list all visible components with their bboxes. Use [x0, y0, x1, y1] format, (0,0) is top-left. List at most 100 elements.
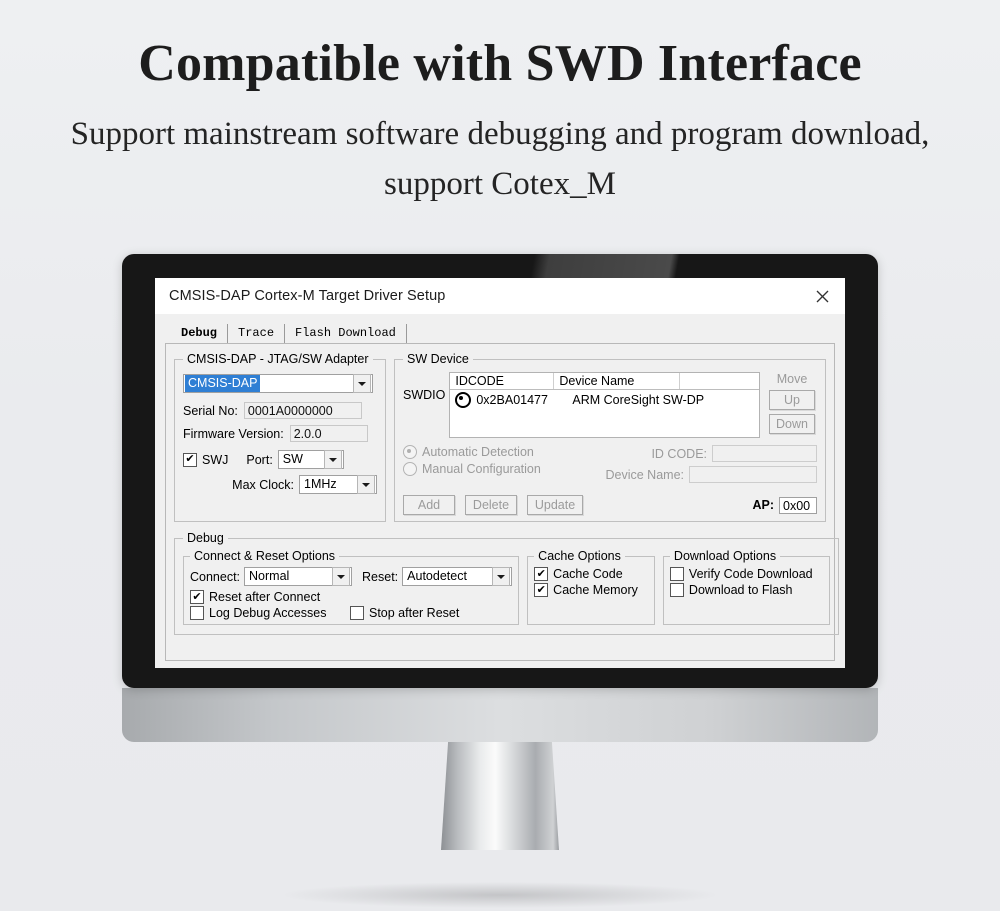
adapter-select[interactable]: CMSIS-DAP [183, 374, 373, 393]
chevron-down-icon[interactable] [357, 475, 375, 494]
row-device-name: ARM CoreSight SW-DP [572, 393, 705, 407]
move-controls: Move Up Down [767, 372, 817, 434]
download-options-group: Download Options Verify Code Download Do… [662, 549, 830, 625]
manual-device-name-input[interactable] [689, 466, 817, 483]
swj-checkbox[interactable]: ✔ SWJ [183, 452, 229, 467]
column-idcode: IDCODE [450, 373, 555, 389]
detection-config-area: Automatic Detection Manual Configuration [403, 445, 817, 489]
debug-group: Debug Connect & Reset Options Connect: N… [174, 531, 839, 635]
table-row[interactable]: 0x2BA01477 ARM CoreSight SW-DP [450, 390, 759, 410]
max-clock-label: Max Clock: [232, 477, 294, 492]
automatic-detection-radio[interactable]: Automatic Detection [403, 445, 534, 459]
swj-label: SWJ [202, 452, 229, 467]
manual-device-name-label: Device Name: [605, 467, 685, 482]
adapter-group-legend: CMSIS-DAP - JTAG/SW Adapter [187, 352, 369, 366]
cache-code-checkbox[interactable]: ✔ Cache Code [534, 567, 623, 581]
move-label: Move [776, 372, 808, 386]
reset-select-value: Autodetect [407, 569, 467, 583]
move-up-button[interactable]: Up [769, 390, 815, 410]
verify-code-download-checkbox[interactable]: Verify Code Download [669, 567, 813, 581]
sw-device-group-legend: SW Device [407, 352, 469, 366]
dialog-titlebar: CMSIS-DAP Cortex-M Target Driver Setup [155, 278, 845, 315]
swj-checkbox-box: ✔ [183, 452, 197, 467]
port-select[interactable]: SW [277, 450, 344, 469]
target-driver-setup-dialog: CMSIS-DAP Cortex-M Target Driver Setup D… [155, 278, 845, 668]
column-extra [680, 373, 759, 389]
dialog-body: Debug Trace Flash Download CMSIS-DAP - J… [155, 315, 845, 668]
tab-flash-download[interactable]: Flash Download [285, 324, 407, 343]
max-clock-select-value: 1MHz [304, 477, 337, 491]
stop-after-reset-box [350, 606, 364, 620]
connect-reset-legend: Connect & Reset Options [194, 549, 336, 563]
move-down-button[interactable]: Down [769, 414, 815, 434]
ap-input[interactable]: 0x00 [779, 496, 817, 514]
monitor-screen: CMSIS-DAP Cortex-M Target Driver Setup D… [155, 278, 845, 668]
port-select-value: SW [282, 452, 303, 466]
sw-device-table[interactable]: IDCODE Device Name 0x2BA01477 ARM CoreSi… [449, 372, 760, 438]
cache-code-box: ✔ [534, 567, 549, 581]
connect-reset-group: Connect & Reset Options Connect: Normal … [183, 549, 520, 625]
manual-configuration-label: Manual Configuration [422, 462, 541, 476]
dialog-title: CMSIS-DAP Cortex-M Target Driver Setup [169, 288, 446, 304]
chevron-down-icon[interactable] [323, 450, 342, 469]
monitor-shadow [285, 882, 715, 908]
page-subtitle: Support mainstream software debugging an… [70, 116, 930, 202]
reset-after-connect-box: ✔ [190, 590, 204, 604]
reset-select[interactable]: Autodetect [402, 567, 513, 586]
update-button[interactable]: Update [527, 495, 583, 515]
stop-after-reset-label: Stop after Reset [369, 606, 460, 620]
verify-code-download-label: Verify Code Download [688, 567, 813, 581]
adapter-group: CMSIS-DAP - JTAG/SW Adapter CMSIS-DAP Se… [174, 352, 386, 522]
debug-group-legend: Debug [187, 531, 224, 545]
chevron-down-icon[interactable] [353, 374, 371, 393]
id-code-fields: ID CODE: Device Name: [568, 445, 817, 489]
close-glyph [816, 290, 828, 302]
connect-select[interactable]: Normal [244, 567, 353, 586]
cache-options-legend: Cache Options [538, 549, 621, 563]
monitor-neck [441, 742, 559, 850]
tab-bar: Debug Trace Flash Download [165, 323, 835, 343]
promo-banner: Compatible with SWD Interface Support ma… [0, 0, 1000, 209]
selected-device-icon [455, 392, 472, 408]
download-options-legend: Download Options [673, 549, 777, 563]
cache-memory-label: Cache Memory [553, 583, 638, 597]
reset-after-connect-label: Reset after Connect [209, 590, 321, 604]
serial-no-value: 0001A0000000 [243, 402, 362, 419]
cache-options-group: Cache Options ✔ Cache Code ✔ Cache Memor… [527, 549, 655, 625]
tab-debug[interactable]: Debug [171, 324, 229, 343]
stop-after-reset-checkbox[interactable]: Stop after Reset [350, 606, 459, 620]
download-to-flash-checkbox[interactable]: Download to Flash [669, 583, 793, 597]
swdio-label: SWDIO [403, 388, 446, 402]
download-to-flash-label: Download to Flash [688, 583, 793, 597]
add-button[interactable]: Add [403, 495, 455, 515]
connect-select-value: Normal [249, 569, 290, 583]
page-title: Compatible with SWD Interface [138, 35, 862, 92]
verify-code-download-box [669, 567, 684, 581]
row-idcode: 0x2BA01477 [476, 393, 548, 407]
log-debug-accesses-label: Log Debug Accesses [209, 606, 327, 620]
delete-button[interactable]: Delete [465, 495, 517, 515]
automatic-detection-radio-dot [403, 445, 417, 459]
chevron-down-icon[interactable] [332, 567, 351, 586]
id-code-label: ID CODE: [651, 446, 707, 461]
cache-memory-box: ✔ [534, 583, 549, 597]
log-debug-accesses-checkbox[interactable]: Log Debug Accesses [190, 606, 340, 620]
cache-memory-checkbox[interactable]: ✔ Cache Memory [534, 583, 638, 597]
firmware-version-value: 2.0.0 [289, 425, 368, 442]
serial-no-label: Serial No: [183, 403, 238, 418]
detection-mode-radios: Automatic Detection Manual Configuration [403, 445, 568, 489]
device-action-buttons: Add Delete Update AP: 0x00 [403, 495, 817, 515]
chevron-down-icon[interactable] [492, 567, 511, 586]
monitor-mockup: CMSIS-DAP Cortex-M Target Driver Setup D… [122, 254, 878, 908]
cache-code-label: Cache Code [553, 567, 623, 581]
manual-configuration-radio[interactable]: Manual Configuration [403, 462, 541, 476]
tab-trace[interactable]: Trace [228, 324, 286, 343]
max-clock-select[interactable]: 1MHz [299, 475, 377, 494]
close-icon[interactable] [799, 278, 845, 314]
reset-after-connect-checkbox[interactable]: ✔ Reset after Connect [190, 590, 320, 604]
id-code-input[interactable] [712, 445, 817, 462]
sw-device-table-header: IDCODE Device Name [450, 373, 759, 390]
monitor-bezel: CMSIS-DAP Cortex-M Target Driver Setup D… [122, 254, 878, 688]
adapter-select-value: CMSIS-DAP [185, 375, 261, 392]
monitor-foot [384, 850, 616, 876]
